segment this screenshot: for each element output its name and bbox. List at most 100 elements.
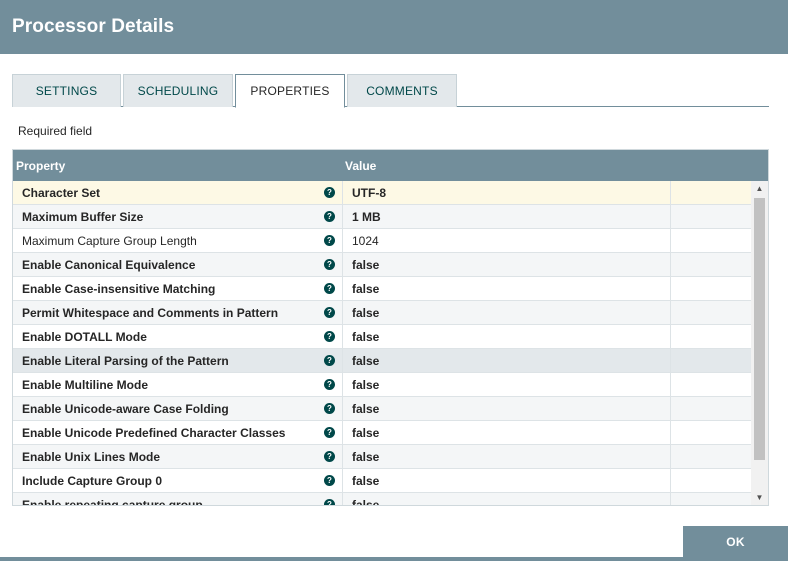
grid-rows: Character Set? UTF-8 Maximum Buffer Size? 1… <box>13 181 753 506</box>
ok-button[interactable]: OK <box>683 526 788 557</box>
column-divider <box>342 301 343 325</box>
property-value[interactable]: false <box>352 450 379 464</box>
property-value[interactable]: 1 MB <box>352 210 381 224</box>
question-circle-icon[interactable]: ? <box>324 331 335 342</box>
property-value[interactable]: false <box>352 426 379 440</box>
property-name: Enable Unix Lines Mode <box>22 450 161 464</box>
scrollbar-thumb[interactable] <box>754 198 765 460</box>
property-value[interactable]: false <box>352 498 379 505</box>
question-circle-icon[interactable]: ? <box>324 475 335 486</box>
dialog-title: Processor Details <box>12 16 175 37</box>
property-value[interactable]: UTF-8 <box>352 186 386 200</box>
scroll-up-arrow-icon[interactable]: ▲ <box>751 181 768 197</box>
property-row[interactable]: Enable Literal Parsing of the Pattern? fa… <box>13 349 753 373</box>
property-row[interactable]: Maximum Buffer Size? 1 MB <box>13 205 753 229</box>
property-name: Enable repeating capture group <box>22 498 203 506</box>
question-circle-icon[interactable]: ? <box>324 259 335 270</box>
column-divider <box>670 397 671 421</box>
property-name: Character Set <box>22 186 101 200</box>
property-name: Enable Case-insensitive Matching <box>22 282 216 296</box>
column-divider <box>342 229 343 253</box>
question-circle-icon[interactable]: ? <box>324 307 335 318</box>
property-value[interactable]: false <box>352 402 379 416</box>
property-value[interactable]: false <box>352 306 379 320</box>
processor-details-dialog: Processor Details SETTINGS SCHEDULING PR… <box>0 0 788 561</box>
column-divider <box>342 397 343 421</box>
property-row[interactable]: Enable repeating capture group? false <box>13 493 753 506</box>
question-circle-icon[interactable]: ? <box>324 403 335 414</box>
tab-bar: SETTINGS SCHEDULING PROPERTIES COMMENTS <box>12 74 769 108</box>
property-value[interactable]: false <box>352 282 379 296</box>
question-circle-icon[interactable]: ? <box>324 355 335 366</box>
property-value[interactable]: false <box>352 474 379 488</box>
column-divider <box>670 493 671 505</box>
property-row[interactable]: Permit Whitespace and Comments in Patter… <box>13 301 753 325</box>
property-name: Enable Unicode-aware Case Folding <box>22 402 229 416</box>
column-divider <box>670 205 671 229</box>
column-divider <box>342 181 343 205</box>
question-circle-icon[interactable]: ? <box>324 451 335 462</box>
column-divider <box>670 277 671 301</box>
tab-properties[interactable]: PROPERTIES <box>235 74 345 108</box>
column-divider <box>670 181 671 205</box>
property-value[interactable]: false <box>352 354 379 368</box>
property-value[interactable]: false <box>352 258 379 272</box>
column-divider <box>670 301 671 325</box>
question-circle-icon[interactable]: ? <box>324 499 335 505</box>
grid-scrollbar[interactable]: ▲ ▼ <box>751 181 768 505</box>
column-divider <box>670 445 671 469</box>
column-header-property: Property <box>16 159 66 173</box>
property-row[interactable]: Enable Multiline Mode? false <box>13 373 753 397</box>
question-circle-icon[interactable]: ? <box>324 379 335 390</box>
property-name: Enable Multiline Mode <box>22 378 149 392</box>
column-divider <box>342 373 343 397</box>
dialog-bottom-border <box>0 557 788 561</box>
property-row[interactable]: Enable Unix Lines Mode? false <box>13 445 753 469</box>
property-row[interactable]: Enable Case-insensitive Matching? false <box>13 277 753 301</box>
property-row[interactable]: Enable Canonical Equivalence? false <box>13 253 753 277</box>
column-divider <box>670 325 671 349</box>
property-row[interactable]: Character Set? UTF-8 <box>13 181 753 205</box>
question-circle-icon[interactable]: ? <box>324 187 335 198</box>
column-divider <box>670 421 671 445</box>
question-circle-icon[interactable]: ? <box>324 427 335 438</box>
dialog-footer: OK <box>0 526 788 561</box>
tab-scheduling[interactable]: SCHEDULING <box>123 74 233 107</box>
column-divider <box>670 349 671 373</box>
column-divider <box>342 445 343 469</box>
property-name: Include Capture Group 0 <box>22 474 163 488</box>
property-value[interactable]: 1024 <box>352 234 379 248</box>
tab-settings[interactable]: SETTINGS <box>12 74 121 107</box>
column-divider <box>342 325 343 349</box>
property-row[interactable]: Include Capture Group 0? false <box>13 469 753 493</box>
property-row[interactable]: Enable DOTALL Mode? false <box>13 325 753 349</box>
dialog-header: Processor Details <box>0 0 788 54</box>
tab-comments[interactable]: COMMENTS <box>347 74 457 107</box>
column-divider <box>670 373 671 397</box>
properties-grid: Property Value Character Set? UTF-8 Maximu… <box>12 149 769 506</box>
property-value[interactable]: false <box>352 378 379 392</box>
property-row[interactable]: Enable Unicode Predefined Character Clas… <box>13 421 753 445</box>
property-name: Enable Canonical Equivalence <box>22 258 196 272</box>
column-divider <box>342 493 343 505</box>
column-divider <box>342 349 343 373</box>
property-row[interactable]: Enable Unicode-aware Case Folding? false <box>13 397 753 421</box>
property-row[interactable]: Maximum Capture Group Length? 1024 <box>13 229 753 253</box>
property-name: Maximum Capture Group Length <box>22 234 197 248</box>
property-name: Enable DOTALL Mode <box>22 330 147 344</box>
column-divider <box>670 229 671 253</box>
required-field-legend: Required field <box>18 124 93 138</box>
question-circle-icon[interactable]: ? <box>324 211 335 222</box>
property-name: Maximum Buffer Size <box>22 210 144 224</box>
column-divider <box>342 277 343 301</box>
question-circle-icon[interactable]: ? <box>324 235 335 246</box>
property-name: Enable Literal Parsing of the Pattern <box>22 354 229 368</box>
column-divider <box>342 469 343 493</box>
property-name: Enable Unicode Predefined Character Clas… <box>22 426 286 440</box>
column-divider <box>670 253 671 277</box>
column-divider <box>342 421 343 445</box>
question-circle-icon[interactable]: ? <box>324 283 335 294</box>
scroll-down-arrow-icon[interactable]: ▼ <box>751 490 768 505</box>
property-value[interactable]: false <box>352 330 379 344</box>
column-divider <box>342 205 343 229</box>
